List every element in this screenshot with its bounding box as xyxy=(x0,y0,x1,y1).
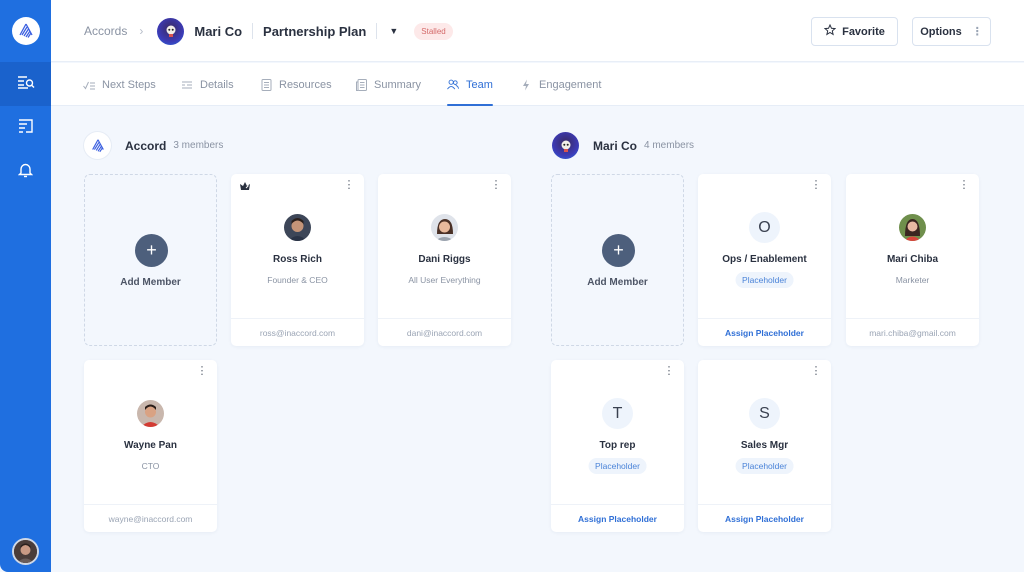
card-menu-button[interactable]: ⋮ xyxy=(490,178,502,192)
member-name: Sales Mgr xyxy=(740,440,789,451)
avatar xyxy=(137,400,164,427)
divider xyxy=(252,23,254,39)
checklist-icon xyxy=(83,79,95,91)
plus-icon: + xyxy=(602,234,635,267)
assign-placeholder-button[interactable]: Assign Placeholder xyxy=(698,318,831,346)
header: Accords › Mari Co Partnership Plan ▼ Sta… xyxy=(51,0,1024,62)
people-icon xyxy=(447,79,459,91)
group-header-mari-co: Mari Co 4 members xyxy=(552,132,694,159)
options-button[interactable]: Options ⋮ xyxy=(912,17,991,46)
sidebar xyxy=(0,0,51,572)
plus-icon: + xyxy=(135,234,168,267)
member-email[interactable]: ross@inaccord.com xyxy=(231,318,364,346)
card-menu-button[interactable]: ⋮ xyxy=(196,364,208,378)
list-bracket-icon xyxy=(18,118,34,138)
assign-placeholder-button[interactable]: Assign Placeholder xyxy=(698,504,831,532)
chevron-right-icon: › xyxy=(139,24,144,38)
tab-next-steps[interactable]: Next Steps xyxy=(83,63,156,106)
caret-down-icon[interactable]: ▼ xyxy=(389,26,398,36)
member-email[interactable]: dani@inaccord.com xyxy=(378,318,511,346)
assign-placeholder-button[interactable]: Assign Placeholder xyxy=(551,504,684,532)
member-count: 4 members xyxy=(644,140,695,151)
bell-icon xyxy=(17,162,34,183)
avatar xyxy=(899,214,926,241)
add-member-label: Add Member xyxy=(587,277,648,288)
document-icon xyxy=(260,78,272,91)
placeholder-card: ⋮ T Top rep Placeholder Assign Placehold… xyxy=(551,360,684,532)
tab-team[interactable]: Team xyxy=(447,63,493,106)
favorite-label: Favorite xyxy=(842,25,885,38)
options-label: Options xyxy=(920,25,962,38)
card-menu-button[interactable]: ⋮ xyxy=(810,364,822,378)
initial-avatar: T xyxy=(602,398,633,429)
kebab-icon: ⋮ xyxy=(971,26,983,38)
member-role: All User Everything xyxy=(408,275,481,285)
placeholder-card: ⋮ S Sales Mgr Placeholder Assign Placeho… xyxy=(698,360,831,532)
user-avatar[interactable] xyxy=(12,538,39,565)
member-role: CTO xyxy=(141,461,160,471)
placeholder-badge: Placeholder xyxy=(588,458,647,474)
star-icon xyxy=(823,23,837,39)
summary-icon xyxy=(355,78,367,91)
list-search-icon xyxy=(17,75,35,94)
member-count: 3 members xyxy=(173,140,224,151)
sidebar-item-notifications[interactable] xyxy=(0,150,51,194)
owner-icon xyxy=(239,179,251,191)
member-card: ⋮ Ross Rich Founder & CEO ross@inaccord.… xyxy=(231,174,364,346)
member-name: Ross Rich xyxy=(273,254,322,265)
tab-details[interactable]: Details xyxy=(181,63,234,106)
tab-summary[interactable]: Summary xyxy=(355,63,421,106)
sidebar-item-tasks[interactable] xyxy=(0,106,51,150)
favorite-button[interactable]: Favorite xyxy=(811,17,898,46)
card-menu-button[interactable]: ⋮ xyxy=(958,178,970,192)
details-icon xyxy=(181,79,193,91)
card-menu-button[interactable]: ⋮ xyxy=(343,178,355,192)
company-avatar xyxy=(157,17,185,45)
tab-bar: Next Steps Details Resources Summary Tea… xyxy=(51,63,1024,106)
member-role: Founder & CEO xyxy=(267,275,328,285)
breadcrumb-accords-link[interactable]: Accords xyxy=(84,24,127,38)
accord-logo-icon[interactable] xyxy=(12,17,40,45)
tab-engagement[interactable]: Engagement xyxy=(520,63,601,106)
member-name: Top rep xyxy=(599,440,636,451)
card-menu-button[interactable]: ⋮ xyxy=(810,178,822,192)
member-card: ⋮ Mari Chiba Marketer mari.chiba@gmail.c… xyxy=(846,174,979,346)
member-name: Dani Riggs xyxy=(418,254,471,265)
placeholder-badge: Placeholder xyxy=(735,272,794,288)
add-member-label: Add Member xyxy=(120,277,181,288)
company-avatar xyxy=(552,132,579,159)
initial-avatar: S xyxy=(749,398,780,429)
avatar xyxy=(431,214,458,241)
sidebar-item-plans[interactable] xyxy=(0,62,51,106)
tab-resources[interactable]: Resources xyxy=(260,63,332,106)
add-member-button[interactable]: + Add Member xyxy=(84,174,217,346)
member-card: ⋮ Wayne Pan CTO wayne@inaccord.com xyxy=(84,360,217,532)
accord-logo-icon xyxy=(84,132,111,159)
status-badge[interactable]: Stalled xyxy=(414,22,453,40)
lightning-icon xyxy=(520,79,532,91)
divider xyxy=(376,23,378,39)
group-header-accord: Accord 3 members xyxy=(84,132,223,159)
member-name: Wayne Pan xyxy=(124,440,177,451)
card-menu-button[interactable]: ⋮ xyxy=(663,364,675,378)
member-email[interactable]: wayne@inaccord.com xyxy=(84,504,217,532)
group-name: Mari Co xyxy=(593,138,638,153)
member-email[interactable]: mari.chiba@gmail.com xyxy=(846,318,979,346)
avatar xyxy=(284,214,311,241)
placeholder-card: ⋮ O Ops / Enablement Placeholder Assign … xyxy=(698,174,831,346)
company-name[interactable]: Mari Co xyxy=(194,24,242,39)
add-member-button[interactable]: + Add Member xyxy=(551,174,684,346)
member-name: Mari Chiba xyxy=(886,254,939,265)
member-name: Ops / Enablement xyxy=(722,254,807,265)
initial-avatar: O xyxy=(749,212,780,243)
breadcrumb: Accords › Mari Co Partnership Plan ▼ Sta… xyxy=(84,0,453,62)
plan-name: Partnership Plan xyxy=(263,23,367,39)
member-card: ⋮ Dani Riggs All User Everything dani@in… xyxy=(378,174,511,346)
placeholder-badge: Placeholder xyxy=(735,458,794,474)
member-role: Marketer xyxy=(895,275,930,285)
group-name: Accord xyxy=(125,138,167,153)
